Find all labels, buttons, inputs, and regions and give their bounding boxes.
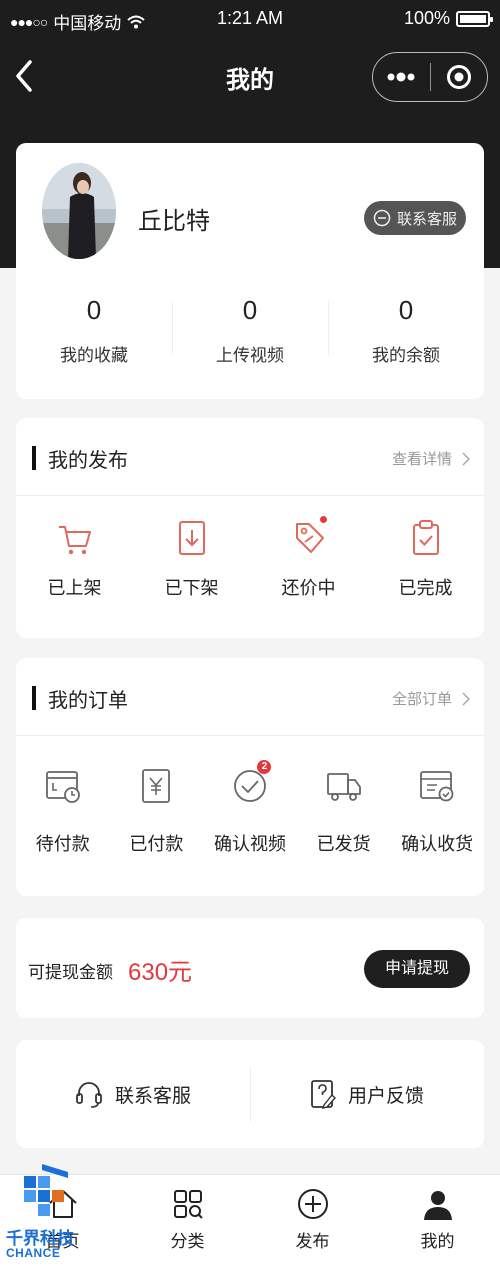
contact-service-button[interactable]: 联系客服 [364,201,466,235]
order-pending-payment-label: 待付款 [35,834,90,854]
withdrawable-label: 可提现金额 [28,963,113,982]
publish-completed-label: 已完成 [398,578,453,598]
tab-category-label: 分类 [170,1232,205,1251]
tab-mine-label: 我的 [420,1232,455,1251]
username: 丘比特 [138,208,210,235]
all-orders-link[interactable]: 全部订单 [392,688,470,709]
publish-listed[interactable]: 已上架 [16,518,133,600]
my-publish-card: 我的发布 查看详情 已上架 已下架 还价中 已完成 [16,418,484,638]
tab-publish[interactable]: 发布 [250,1175,375,1266]
publish-bargaining-label: 还价中 [281,578,336,598]
stat-uploads[interactable]: 0 上传视频 [172,295,328,366]
tab-category[interactable]: 分类 [125,1175,250,1266]
chevron-right-icon [462,451,470,466]
cart-icon [58,526,91,555]
clipboard-check-icon [412,520,439,555]
publish-delisted[interactable]: 已下架 [133,518,250,600]
publish-delisted-label: 已下架 [164,578,219,598]
publish-bargaining[interactable]: 还价中 [250,516,367,600]
publish-completed[interactable]: 已完成 [367,518,484,600]
apply-withdraw-button[interactable]: 申请提现 [364,950,470,988]
order-confirm-video-label: 确认视频 [213,834,286,854]
publish-header: 我的发布 查看详情 [16,418,484,496]
stat-label: 上传视频 [216,346,284,365]
profile-card: 丘比特 联系客服 0 我的收藏 0 上传视频 0 我的余额 [16,143,484,399]
section-marker [32,686,36,710]
watermark-logo: 千界科技 CHANCE [4,1162,94,1262]
user-icon [423,1191,452,1220]
profile-stats: 0 我的收藏 0 上传视频 0 我的余额 [16,295,484,366]
status-bar: ●●●○○ 中国移动 1:21 AM 100% [0,0,500,38]
close-program-button[interactable] [431,53,488,101]
service-card: 联系客服 用户反馈 [16,1040,484,1148]
watermark-mark-icon [24,1164,68,1216]
tab-mine[interactable]: 我的 [375,1175,500,1266]
order-confirm-receipt-label: 确认收货 [401,834,474,854]
order-confirm-video[interactable]: 2 确认视频 [203,760,297,856]
category-icon [173,1190,203,1219]
avatar[interactable] [42,163,116,259]
more-dots-icon [387,72,415,82]
target-circle-icon [446,65,471,89]
view-details-label: 查看详情 [391,451,452,468]
section-marker [32,446,36,470]
feedback-icon [311,1080,336,1109]
minus-circle-icon [373,209,391,227]
headset-icon [76,1082,102,1108]
mini-program-capsule [372,52,488,102]
stat-value: 0 [398,295,414,325]
order-confirm-receipt[interactable]: 确认收货 [390,766,484,856]
truck-icon [326,773,361,801]
user-feedback-text: 用户反馈 [347,1085,424,1107]
battery-group: 100% [403,8,493,29]
chevron-right-icon [462,691,470,706]
orders-header: 我的订单 全部订单 [16,658,484,736]
contact-service-entry[interactable]: 联系客服 [16,1040,250,1148]
stat-favorites[interactable]: 0 我的收藏 [16,295,172,366]
all-orders-label: 全部订单 [391,691,452,708]
withdraw-card: 可提现金额 630元 申请提现 [16,918,484,1018]
order-shipped[interactable]: 已发货 [297,766,391,856]
avatar-image [42,163,116,259]
stat-value: 0 [86,295,102,325]
battery-percent: 100% [403,8,450,28]
tab-publish-label: 发布 [295,1232,330,1251]
order-status-row: 待付款 已付款 2 确认视频 已发货 确认收货 [16,760,484,856]
wallet-clock-icon [45,771,80,803]
contact-service-label: 联系客服 [396,210,457,228]
withdrawable-amount: 630元 [128,959,193,986]
price-tag-icon [295,523,324,553]
download-box-icon [178,521,205,555]
stat-balance[interactable]: 0 我的余额 [328,295,484,366]
stat-label: 我的收藏 [60,346,128,365]
order-pending-payment[interactable]: 待付款 [16,766,110,856]
publish-listed-label: 已上架 [47,578,102,598]
battery-icon [456,10,493,27]
order-paid[interactable]: 已付款 [110,766,204,856]
card-check-icon [420,771,454,802]
watermark-subtext: CHANCE [6,1246,61,1260]
user-feedback-entry[interactable]: 用户反馈 [250,1040,484,1148]
more-menu-button[interactable] [373,53,430,101]
contact-service-text: 联系客服 [114,1085,191,1107]
view-details-link[interactable]: 查看详情 [392,448,470,469]
section-title: 我的订单 [48,690,128,712]
order-shipped-label: 已发货 [316,834,371,854]
yen-receipt-icon [142,769,171,803]
publish-status-row: 已上架 已下架 还价中 已完成 [16,516,484,600]
nav-bar: 我的 [0,38,500,118]
stat-value: 0 [242,295,258,325]
plus-circle-icon [297,1189,328,1219]
section-title: 我的发布 [48,450,128,472]
my-orders-card: 我的订单 全部订单 待付款 已付款 2 确认视频 已发货 确认收货 [16,658,484,896]
stat-label: 我的余额 [372,346,440,365]
order-paid-label: 已付款 [129,834,184,854]
